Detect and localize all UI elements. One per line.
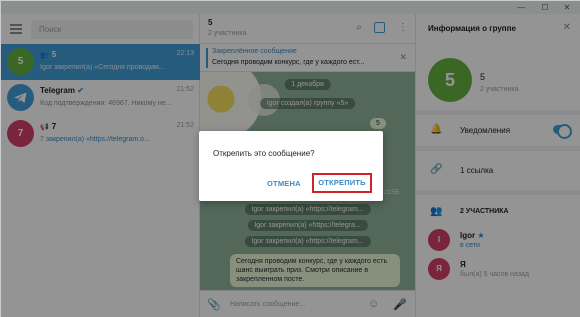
cancel-button[interactable]: ОТМЕНА: [267, 179, 301, 188]
unpin-dialog: Открепить это сообщение? ОТМЕНА ОТКРЕПИТ…: [199, 131, 383, 201]
unpin-button[interactable]: ОТКРЕПИТЬ: [312, 173, 372, 193]
telegram-window: — ☐ ✕ Поиск 5 👥 5 22:13 Igor закрепил(а) …: [0, 0, 580, 317]
dialog-question: Открепить это сообщение?: [213, 149, 315, 158]
